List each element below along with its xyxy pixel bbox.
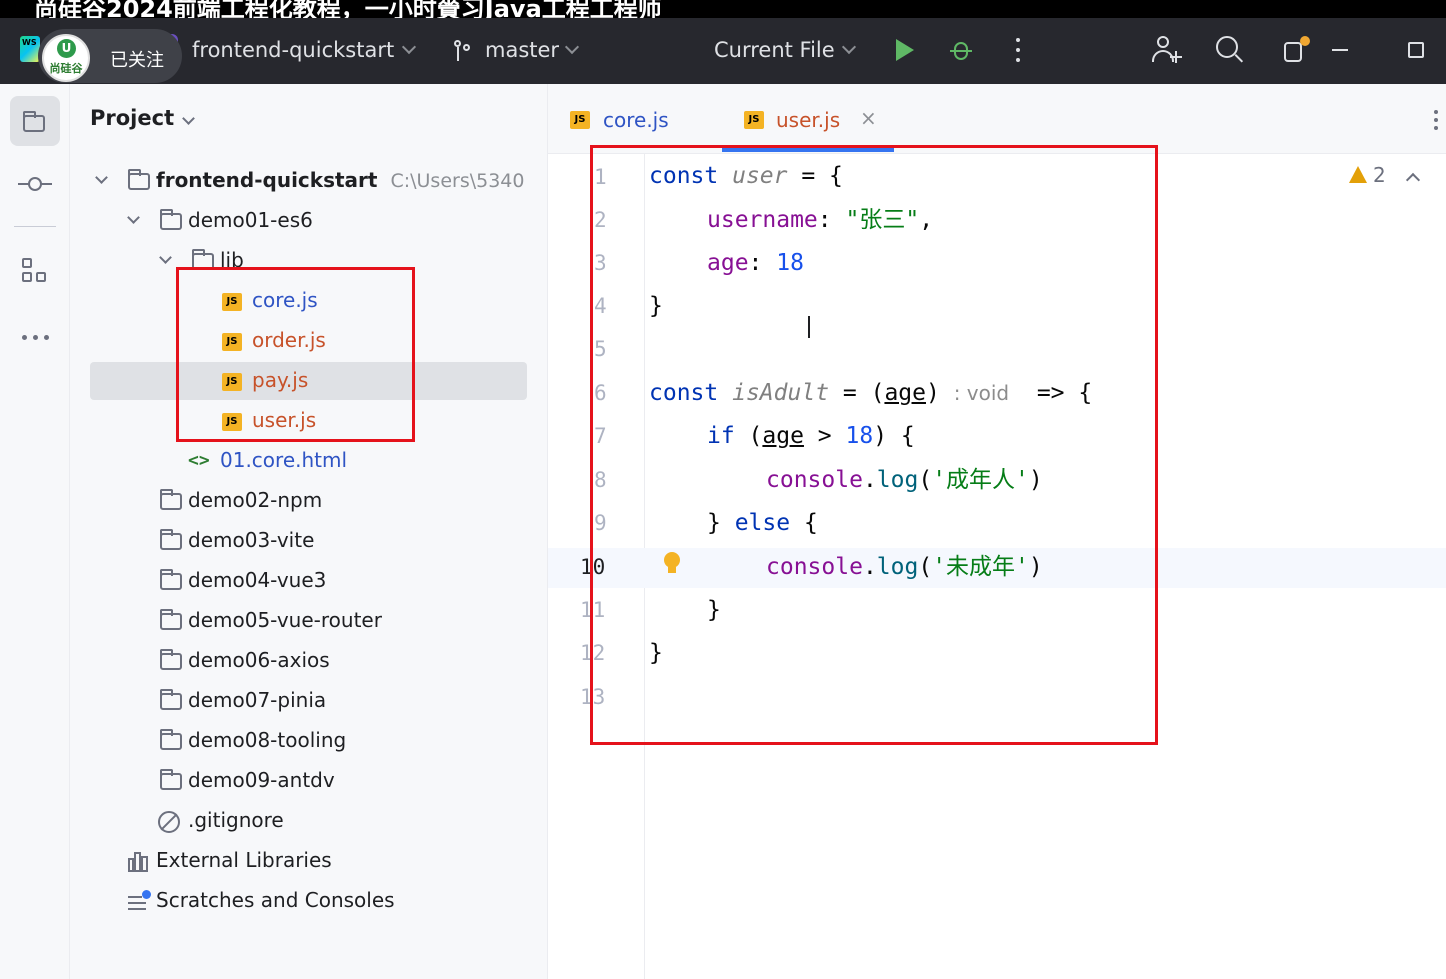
- structure-icon[interactable]: [22, 258, 48, 284]
- tree-item-demo02-npm[interactable]: demo02-npm: [188, 484, 322, 516]
- project-panel-title[interactable]: Project: [90, 106, 174, 130]
- folder-icon: [160, 609, 182, 630]
- folder-icon: [160, 729, 182, 750]
- folder-icon: [23, 111, 45, 132]
- branch-icon: [452, 40, 472, 62]
- close-tab-icon[interactable]: ×: [860, 106, 877, 130]
- html-file-icon: <>: [188, 450, 210, 471]
- minimize-icon[interactable]: [1332, 49, 1348, 51]
- tree-item-gitignore[interactable]: .gitignore: [188, 804, 284, 836]
- project-tool-button[interactable]: [10, 96, 60, 146]
- settings-icon[interactable]: [1282, 36, 1312, 66]
- folder-icon: [160, 649, 182, 670]
- chevron-down-icon: [841, 39, 857, 55]
- chevron-down-icon: [401, 39, 417, 55]
- tree-item-demo01-es6[interactable]: demo01-es6: [188, 204, 313, 236]
- js-file-icon: JS: [744, 111, 764, 129]
- tree-item-demo07-pinia[interactable]: demo07-pinia: [188, 684, 326, 716]
- annotation-box-files: [176, 267, 415, 442]
- strip-divider: [14, 226, 56, 227]
- tree-item-external-libraries[interactable]: External Libraries: [156, 844, 332, 876]
- folder-icon: [160, 529, 182, 550]
- tab-user-js[interactable]: user.js: [776, 108, 840, 132]
- folder-icon: [160, 489, 182, 510]
- more-actions-icon[interactable]: [1016, 38, 1020, 62]
- tree-item-core-html[interactable]: 01.core.html: [220, 444, 347, 476]
- folder-icon: [160, 209, 182, 230]
- debug-icon[interactable]: [950, 38, 972, 62]
- tree-root-path: C:\Users\5340: [390, 170, 525, 192]
- tool-window-strip: [0, 84, 70, 979]
- tab-options-icon[interactable]: [1434, 110, 1438, 130]
- brand-label: 尚硅谷: [49, 62, 83, 75]
- follow-label: 已关注: [110, 50, 164, 71]
- tree-root-label: frontend-quickstart: [156, 168, 378, 192]
- tree-item-scratches[interactable]: Scratches and Consoles: [156, 884, 395, 916]
- scratches-icon: [128, 890, 152, 912]
- commit-icon[interactable]: [18, 176, 52, 192]
- tab-core-js[interactable]: core.js: [603, 108, 669, 132]
- warning-count[interactable]: 2: [1373, 163, 1386, 187]
- run-config-selector[interactable]: Current File: [714, 38, 835, 62]
- add-user-icon[interactable]: [1152, 36, 1182, 66]
- tree-item-demo05-vue-router[interactable]: demo05-vue-router: [188, 604, 382, 636]
- project-switcher[interactable]: frontend-quickstart: [192, 38, 394, 62]
- chevron-down-icon: [564, 39, 580, 55]
- run-icon[interactable]: [896, 39, 914, 61]
- warning-icon: [1349, 166, 1367, 183]
- tree-item-demo06-axios[interactable]: demo06-axios: [188, 644, 330, 676]
- channel-avatar[interactable]: U 尚硅谷: [42, 34, 90, 82]
- library-icon: [128, 852, 150, 872]
- webstorm-logo-icon: WS: [20, 36, 40, 62]
- annotation-box-code: [590, 145, 1158, 745]
- brand-logo-icon: U: [57, 39, 76, 58]
- folder-icon: [160, 569, 182, 590]
- tree-item-demo09-antdv[interactable]: demo09-antdv: [188, 764, 335, 796]
- tree-item-demo08-tooling[interactable]: demo08-tooling: [188, 724, 346, 756]
- video-title-strip: 尚硅谷2024前端工程化教程，一小时賫习Java工程工程师: [0, 0, 1446, 18]
- more-tools-icon[interactable]: [22, 335, 50, 340]
- tree-item-demo03-vite[interactable]: demo03-vite: [188, 524, 314, 556]
- editor-tabs: JS core.js JS user.js ×: [548, 84, 1446, 154]
- folder-icon: [160, 769, 182, 790]
- video-title: 尚硅谷2024前端工程化教程，一小时賫习Java工程工程师: [34, 0, 662, 18]
- ignore-file-icon: [158, 811, 180, 833]
- js-file-icon: JS: [570, 111, 590, 129]
- folder-icon: [160, 689, 182, 710]
- tree-root[interactable]: frontend-quickstart C:\Users\5340: [156, 164, 524, 196]
- maximize-icon[interactable]: [1408, 42, 1424, 58]
- branch-selector[interactable]: master: [485, 38, 559, 62]
- search-icon[interactable]: [1216, 36, 1246, 66]
- folder-icon: [128, 169, 150, 190]
- main-toolbar: WS frontend-quickstart master Current Fi…: [0, 18, 1446, 84]
- chevron-down-icon: [182, 112, 195, 125]
- tree-item-demo04-vue3[interactable]: demo04-vue3: [188, 564, 326, 596]
